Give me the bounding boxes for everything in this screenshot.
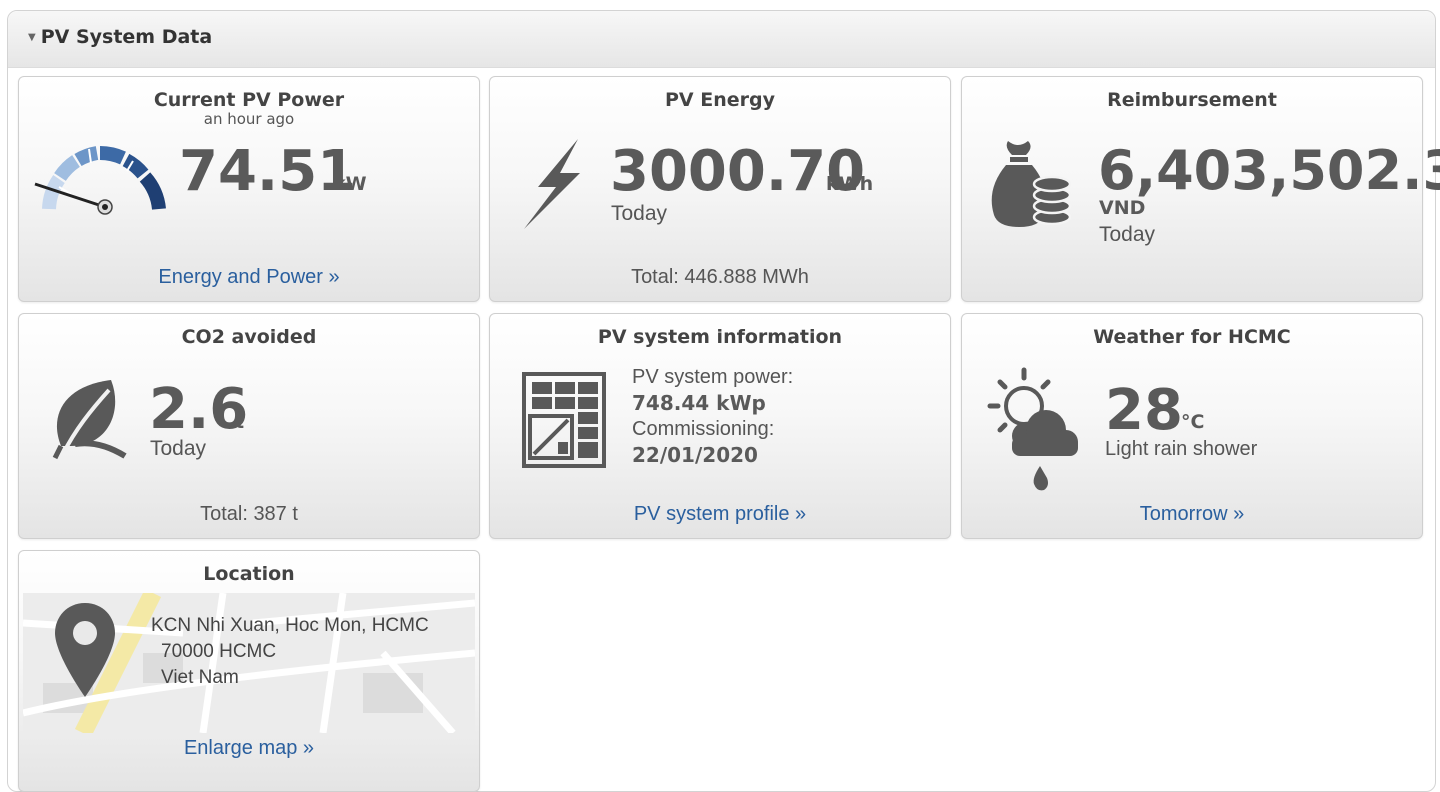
weather-temperature-unit: °C	[1181, 411, 1205, 433]
tile-current-pv-power: Current PV Power an hour ago 74.51 kW En…	[18, 76, 480, 302]
tile-weather: Weather for HCMC 28 °C Light rain shower…	[961, 313, 1423, 539]
sun-cloud-rain-icon	[987, 367, 1078, 491]
co2-total: Total: 387 t	[200, 503, 298, 525]
solar-panel-icon	[522, 372, 606, 468]
tile-title: PV Energy	[665, 89, 775, 111]
money-bag-icon	[991, 141, 1072, 227]
speedometer-icon	[34, 146, 166, 215]
tile-title: PV system information	[597, 326, 843, 348]
energy-and-power-link[interactable]: Energy and Power »	[19, 266, 479, 289]
tile-reimbursement: Reimbursement 6,403,502.34 VND Today	[961, 76, 1440, 302]
system-power-label: PV system power:	[632, 366, 794, 388]
leaf-icon	[52, 380, 127, 460]
tile-co2-avoided: CO2 avoided 2.6 t Today Total: 387 t	[18, 313, 480, 539]
pv-system-profile-link[interactable]: PV system profile »	[490, 503, 950, 526]
address-line-2: 70000 HCMC	[161, 641, 277, 662]
enlarge-map-link[interactable]: Enlarge map »	[19, 737, 479, 760]
current-power-value: 74.51	[179, 139, 357, 204]
tile-title: CO2 avoided	[181, 326, 317, 348]
tomorrow-link[interactable]: Tomorrow »	[962, 503, 1422, 526]
commissioning-label: Commissioning:	[632, 418, 775, 440]
map-pin-icon	[55, 603, 115, 697]
pv-energy-total: Total: 446.888 MWh	[631, 266, 809, 288]
tile-title: Weather for HCMC	[1093, 326, 1291, 348]
tile-title: Current PV Power	[153, 89, 345, 111]
tile-pv-energy: PV Energy 3000.70 kWh Today Total: 446.8…	[489, 76, 951, 302]
pv-energy-unit: kWh	[826, 173, 874, 195]
tile-location: Location KCN Nhi Xuan, Hoc Mon, HCMC 700…	[18, 550, 480, 792]
panel-collapse-toggle[interactable]: ▼ PV System Data	[28, 26, 212, 48]
system-power-value: 748.44 kWp	[632, 391, 766, 415]
reimbursement-period: Today	[1099, 223, 1156, 246]
lightning-icon	[524, 139, 580, 229]
current-power-unit: kW	[333, 173, 367, 195]
weather-temperature: 28	[1105, 378, 1183, 443]
tile-title: Location	[203, 563, 295, 585]
pv-energy-period: Today	[611, 202, 668, 225]
panel-title: PV System Data	[40, 26, 213, 48]
caret-down-icon: ▼	[28, 32, 36, 43]
tile-pv-system-information: PV system information PV system power: 7…	[489, 313, 951, 539]
co2-unit: t	[235, 411, 245, 433]
co2-period: Today	[150, 437, 207, 460]
reimbursement-currency: VND	[1099, 197, 1146, 219]
location-map[interactable]: KCN Nhi Xuan, Hoc Mon, HCMC 70000 HCMC V…	[23, 593, 475, 733]
co2-value: 2.6	[149, 377, 249, 442]
tile-title: Reimbursement	[1107, 89, 1277, 111]
weather-condition: Light rain shower	[1105, 438, 1258, 460]
reimbursement-value: 6,403,502.34	[1098, 139, 1440, 202]
tile-subtitle: an hour ago	[203, 110, 295, 128]
address-line-1: KCN Nhi Xuan, Hoc Mon, HCMC	[151, 615, 429, 636]
panel-header: ▼ PV System Data	[8, 11, 1435, 68]
commissioning-value: 22/01/2020	[632, 443, 758, 467]
address-line-3: Viet Nam	[161, 667, 239, 688]
